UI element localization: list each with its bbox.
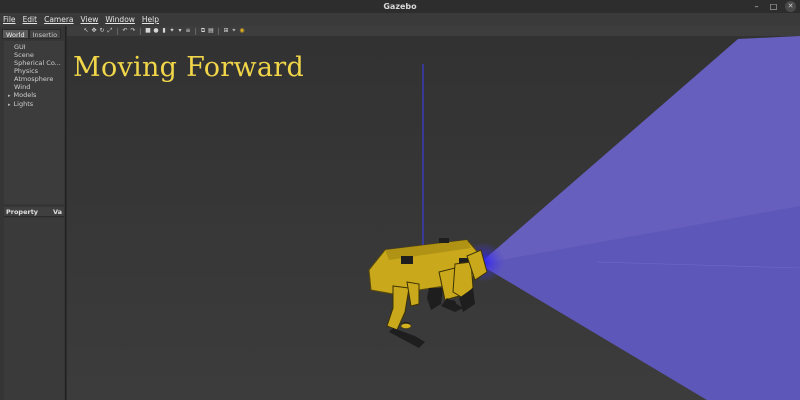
camera-icon[interactable]: ◉ (239, 27, 245, 35)
box-icon[interactable]: ■ (145, 27, 151, 35)
pointer-icon[interactable]: ↖ (83, 27, 89, 35)
world-tree: GUI Scene Spherical Co... Physics Atmosp… (4, 41, 64, 204)
translate-icon[interactable]: ✥ (91, 27, 97, 35)
toolbar-separator (140, 27, 141, 35)
tree-item-scene[interactable]: Scene (14, 51, 64, 59)
menu-window[interactable]: Window (105, 13, 135, 26)
align-icon[interactable]: ⊞ (223, 27, 229, 35)
value-column-header: Va (52, 208, 62, 216)
tree-item-label: Atmosphere (14, 75, 54, 83)
redo-icon[interactable]: ↷ (130, 27, 136, 35)
tree-item-spherical-coordinates[interactable]: Spherical Co... (14, 59, 64, 67)
expand-arrow-icon[interactable]: ▸ (8, 93, 11, 99)
menu-file[interactable]: File (3, 13, 16, 26)
window-titlebar: Gazebo – □ ✕ (0, 0, 800, 13)
tree-item-atmosphere[interactable]: Atmosphere (14, 75, 64, 83)
directional-light-icon[interactable]: ≡ (185, 27, 191, 35)
tree-item-lights[interactable]: ▸ Lights (8, 100, 64, 109)
tree-item-label: Models (13, 91, 37, 99)
property-header: Property Va (4, 207, 64, 217)
toolbar-separator (195, 27, 196, 35)
undo-icon[interactable]: ↶ (122, 27, 128, 35)
tree-item-label: Wind (14, 83, 31, 91)
window-controls: – □ ✕ (751, 1, 796, 12)
dropped-object (400, 323, 412, 329)
property-column-header: Property (6, 208, 39, 216)
copy-icon[interactable]: ⧉ (200, 27, 206, 35)
minimize-button[interactable]: – (751, 1, 762, 12)
menu-view[interactable]: View (81, 13, 99, 26)
paste-icon[interactable]: ▤ (208, 27, 214, 35)
spot-light-icon[interactable]: ▾ (177, 27, 183, 35)
left-panel: World Insertio GUI Scene Spherical Co...… (0, 26, 66, 400)
tree-item-label: Physics (14, 67, 39, 75)
menu-camera[interactable]: Camera (44, 13, 73, 26)
snap-icon[interactable]: ⌖ (231, 27, 237, 35)
tree-item-label: GUI (14, 43, 26, 51)
tree-item-gui[interactable]: GUI (14, 43, 64, 51)
tree-item-wind[interactable]: Wind (14, 83, 64, 91)
toolbar-separator (117, 27, 118, 35)
tree-item-label: Lights (13, 100, 34, 108)
tree-item-models[interactable]: ▸ Models (8, 91, 64, 100)
property-table (4, 218, 64, 400)
sphere-icon[interactable]: ● (153, 27, 159, 35)
rotate-icon[interactable]: ↻ (99, 27, 105, 35)
menu-edit[interactable]: Edit (23, 13, 38, 26)
maximize-button[interactable]: □ (768, 1, 779, 12)
menu-help[interactable]: Help (142, 13, 159, 26)
scale-icon[interactable]: ⤢ (107, 27, 113, 35)
tab-world[interactable]: World (2, 29, 29, 39)
overlay-caption: Moving Forward (73, 52, 305, 83)
tree-item-label: Spherical Co... (14, 59, 61, 67)
close-button[interactable]: ✕ (785, 1, 796, 12)
tree-item-physics[interactable]: Physics (14, 67, 64, 75)
toolbar-separator (218, 27, 219, 35)
3d-viewport[interactable]: Moving Forward (67, 36, 800, 400)
scene-render (67, 36, 800, 400)
toolbar: ↖ ✥ ↻ ⤢ ↶ ↷ ■ ● ▮ ✦ ▾ ≡ ⧉ ▤ ⊞ ⌖ ◉ (67, 26, 800, 36)
expand-arrow-icon[interactable]: ▸ (8, 102, 11, 108)
menu-bar: File Edit Camera View Window Help (0, 13, 800, 26)
tree-item-label: Scene (14, 51, 34, 59)
cylinder-icon[interactable]: ▮ (161, 27, 167, 35)
light-icon[interactable]: ✦ (169, 27, 175, 35)
tab-insert[interactable]: Insertio (28, 29, 62, 39)
panel-tabs: World Insertio (2, 29, 62, 39)
window-title: Gazebo (383, 2, 417, 11)
